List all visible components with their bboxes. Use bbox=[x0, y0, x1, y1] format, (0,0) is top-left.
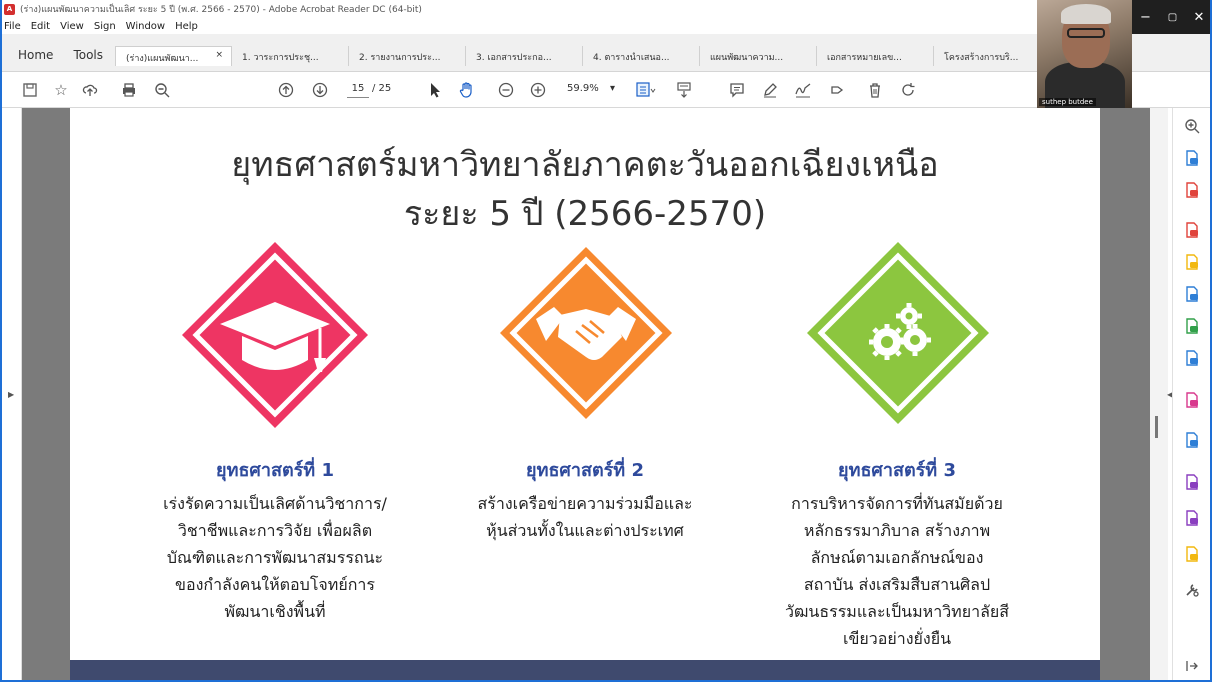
chevron-down-icon: ▾ bbox=[609, 83, 615, 94]
fit-page-icon[interactable] bbox=[636, 80, 656, 100]
document-tab[interactable]: โครงสร้างการบริ... bbox=[934, 46, 1051, 66]
strategy-1-line: ของกำลังคนให้ตอบโจทย์การ bbox=[175, 575, 375, 594]
more-tools-icon[interactable] bbox=[1184, 546, 1200, 562]
highlight-pen-icon[interactable] bbox=[760, 80, 780, 100]
page-total: / 25 bbox=[372, 83, 392, 94]
strategy-2-description: สร้างเครือข่ายความร่วมมือและ หุ้นส่วนทั้… bbox=[420, 490, 750, 544]
send-review-icon[interactable] bbox=[1184, 350, 1200, 366]
menu-file[interactable]: File bbox=[4, 21, 21, 32]
strategy-2-diamond bbox=[500, 247, 672, 419]
strategy-1-line: พัฒนาเชิงพื้นที่ bbox=[224, 602, 326, 621]
delete-icon[interactable] bbox=[865, 80, 885, 100]
title-bar: A (ร่าง)แผนพัฒนาความเป็นเลิศ ระยะ 5 ปี (… bbox=[0, 0, 1212, 18]
combine-files-icon[interactable] bbox=[1184, 286, 1200, 302]
strategy-3-description: การบริหารจัดการที่ทันสมัยด้วย หลักธรรมาภ… bbox=[737, 490, 1057, 652]
expand-left-panel-icon[interactable]: ▶ bbox=[8, 390, 14, 399]
sign-icon[interactable] bbox=[793, 80, 813, 100]
expand-pane-icon[interactable] bbox=[1184, 658, 1200, 674]
window-title: (ร่าง)แผนพัฒนาความเป็นเลิศ ระยะ 5 ปี (พ.… bbox=[20, 5, 422, 15]
slide-title-line-1: ยุทธศาสตร์มหาวิทยาลัยภาคตะวันออกเฉียงเหน… bbox=[231, 145, 939, 185]
menu-bar: File Edit View Sign Window Help bbox=[0, 18, 1212, 34]
scrollbar-thumb[interactable] bbox=[1155, 416, 1158, 438]
document-tab[interactable]: เอกสารหมายเลข... bbox=[817, 46, 934, 66]
fill-sign-icon[interactable] bbox=[1184, 392, 1200, 408]
export-pdf-icon[interactable] bbox=[1184, 222, 1200, 238]
strategy-3-line: การบริหารจัดการที่ทันสมัยด้วย bbox=[791, 494, 1003, 513]
strategy-1-description: เร่งรัดความเป็นเลิศด้านวิชาการ/ วิชาชีพแ… bbox=[115, 490, 435, 625]
hand-icon[interactable] bbox=[457, 80, 477, 100]
rotate-icon[interactable] bbox=[898, 80, 918, 100]
menu-edit[interactable]: Edit bbox=[31, 21, 50, 32]
page-number-input[interactable]: 15 bbox=[347, 80, 369, 98]
strategy-3-line: วัฒนธรรมและเป็นมหาวิทยาลัยสี bbox=[784, 602, 1010, 621]
participant-name: suthep butdee bbox=[1039, 98, 1096, 106]
document-tab[interactable]: 1. วาระการประชุ... bbox=[232, 46, 349, 66]
comment-tool-icon[interactable] bbox=[1184, 254, 1200, 270]
document-tab-label: (ร่าง)แผนพัฒนา... bbox=[126, 54, 199, 64]
strategy-3-line: เขียวอย่างยั่งยืน bbox=[842, 629, 952, 648]
strategy-3-line: ลักษณ์ตามเอกลักษณ์ของ bbox=[810, 548, 984, 567]
share-icon[interactable] bbox=[827, 80, 847, 100]
strategy-2-line: หุ้นส่วนทั้งในและต่างประเทศ bbox=[486, 521, 684, 540]
strategy-3-line: หลักธรรมาภิบาล สร้างภาพ bbox=[803, 521, 991, 540]
organize-pages-icon[interactable] bbox=[1184, 182, 1200, 198]
zoom-minus-icon[interactable] bbox=[496, 80, 516, 100]
strategy-1-line: เร่งรัดความเป็นเลิศด้านวิชาการ/ bbox=[163, 494, 387, 513]
bookmark-star-icon[interactable]: ☆ bbox=[51, 80, 71, 100]
customize-icon[interactable] bbox=[1184, 582, 1200, 598]
restore-button[interactable]: ▢ bbox=[1159, 0, 1186, 34]
zoom-plus-icon[interactable] bbox=[528, 80, 548, 100]
document-tab[interactable]: 3. เอกสารประกอ... bbox=[466, 46, 583, 66]
tab-home[interactable]: Home bbox=[0, 34, 65, 72]
zoom-tool-icon[interactable] bbox=[1184, 118, 1200, 134]
close-window-button[interactable]: ✕ bbox=[1186, 0, 1212, 34]
page-down-icon[interactable] bbox=[310, 80, 330, 100]
document-tab-active[interactable]: (ร่าง)แผนพัฒนา... × bbox=[115, 46, 232, 66]
close-tab-icon[interactable]: × bbox=[215, 50, 223, 60]
document-tab[interactable]: 4. ตารางนำเสนอ... bbox=[583, 46, 700, 66]
window-controls: − ▢ ✕ bbox=[1132, 0, 1212, 34]
print-icon[interactable] bbox=[119, 80, 139, 100]
page-up-icon[interactable] bbox=[276, 80, 296, 100]
create-pdf-icon[interactable] bbox=[1184, 150, 1200, 166]
edit-pdf-icon[interactable] bbox=[1184, 474, 1200, 490]
strategy-2-heading: ยุทธศาสตร์ที่ 2 bbox=[526, 460, 644, 481]
request-signature-icon[interactable] bbox=[1184, 510, 1200, 526]
menu-sign[interactable]: Sign bbox=[94, 21, 116, 32]
document-tab[interactable]: แผนพัฒนาความ... bbox=[700, 46, 817, 66]
upload-icon[interactable] bbox=[80, 80, 100, 100]
select-cursor-icon[interactable] bbox=[425, 80, 445, 100]
zoom-dropdown[interactable]: 59.9% ▾ bbox=[567, 80, 615, 98]
tab-tools[interactable]: Tools bbox=[65, 34, 115, 72]
strategy-1-line: บัณฑิตและการพัฒนาสมรรถนะ bbox=[166, 548, 384, 567]
protect-icon[interactable] bbox=[1184, 432, 1200, 448]
menu-view[interactable]: View bbox=[60, 21, 84, 32]
strategy-2-line: สร้างเครือข่ายความร่วมมือและ bbox=[477, 494, 693, 513]
menu-help[interactable]: Help bbox=[175, 21, 198, 32]
strategy-3-line: สถาบัน ส่งเสริมสืบสานศิลป bbox=[803, 575, 991, 594]
minimize-button[interactable]: − bbox=[1132, 0, 1159, 34]
document-tab[interactable]: 2. รายงานการประ... bbox=[349, 46, 466, 66]
strategy-3-diamond bbox=[807, 242, 989, 424]
slide-footer-bar bbox=[70, 660, 1100, 682]
webcam-video-tile: suthep butdee bbox=[1037, 0, 1132, 108]
slide-title-line-2: ระยะ 5 ปี (2566-2570) bbox=[403, 194, 767, 234]
zoom-value: 59.9% bbox=[567, 83, 599, 94]
compress-icon[interactable] bbox=[1184, 318, 1200, 334]
strategy-3-heading: ยุทธศาสตร์ที่ 3 bbox=[838, 460, 956, 481]
tab-bar: Home Tools (ร่าง)แผนพัฒนา... × 1. วาระกา… bbox=[0, 34, 1212, 72]
acrobat-logo-icon: A bbox=[4, 3, 15, 15]
save-icon[interactable] bbox=[20, 80, 40, 100]
strategy-1-diamond bbox=[182, 242, 368, 428]
menu-window[interactable]: Window bbox=[126, 21, 165, 32]
comment-icon[interactable] bbox=[727, 80, 747, 100]
zoom-out-search-icon[interactable] bbox=[152, 80, 172, 100]
scroll-mode-icon[interactable] bbox=[674, 80, 694, 100]
vertical-scrollbar[interactable] bbox=[1150, 108, 1168, 682]
strategy-1-heading: ยุทธศาสตร์ที่ 1 bbox=[216, 460, 334, 481]
strategy-1-line: วิชาชีพและการวิจัย เพื่อผลิต bbox=[177, 521, 373, 540]
